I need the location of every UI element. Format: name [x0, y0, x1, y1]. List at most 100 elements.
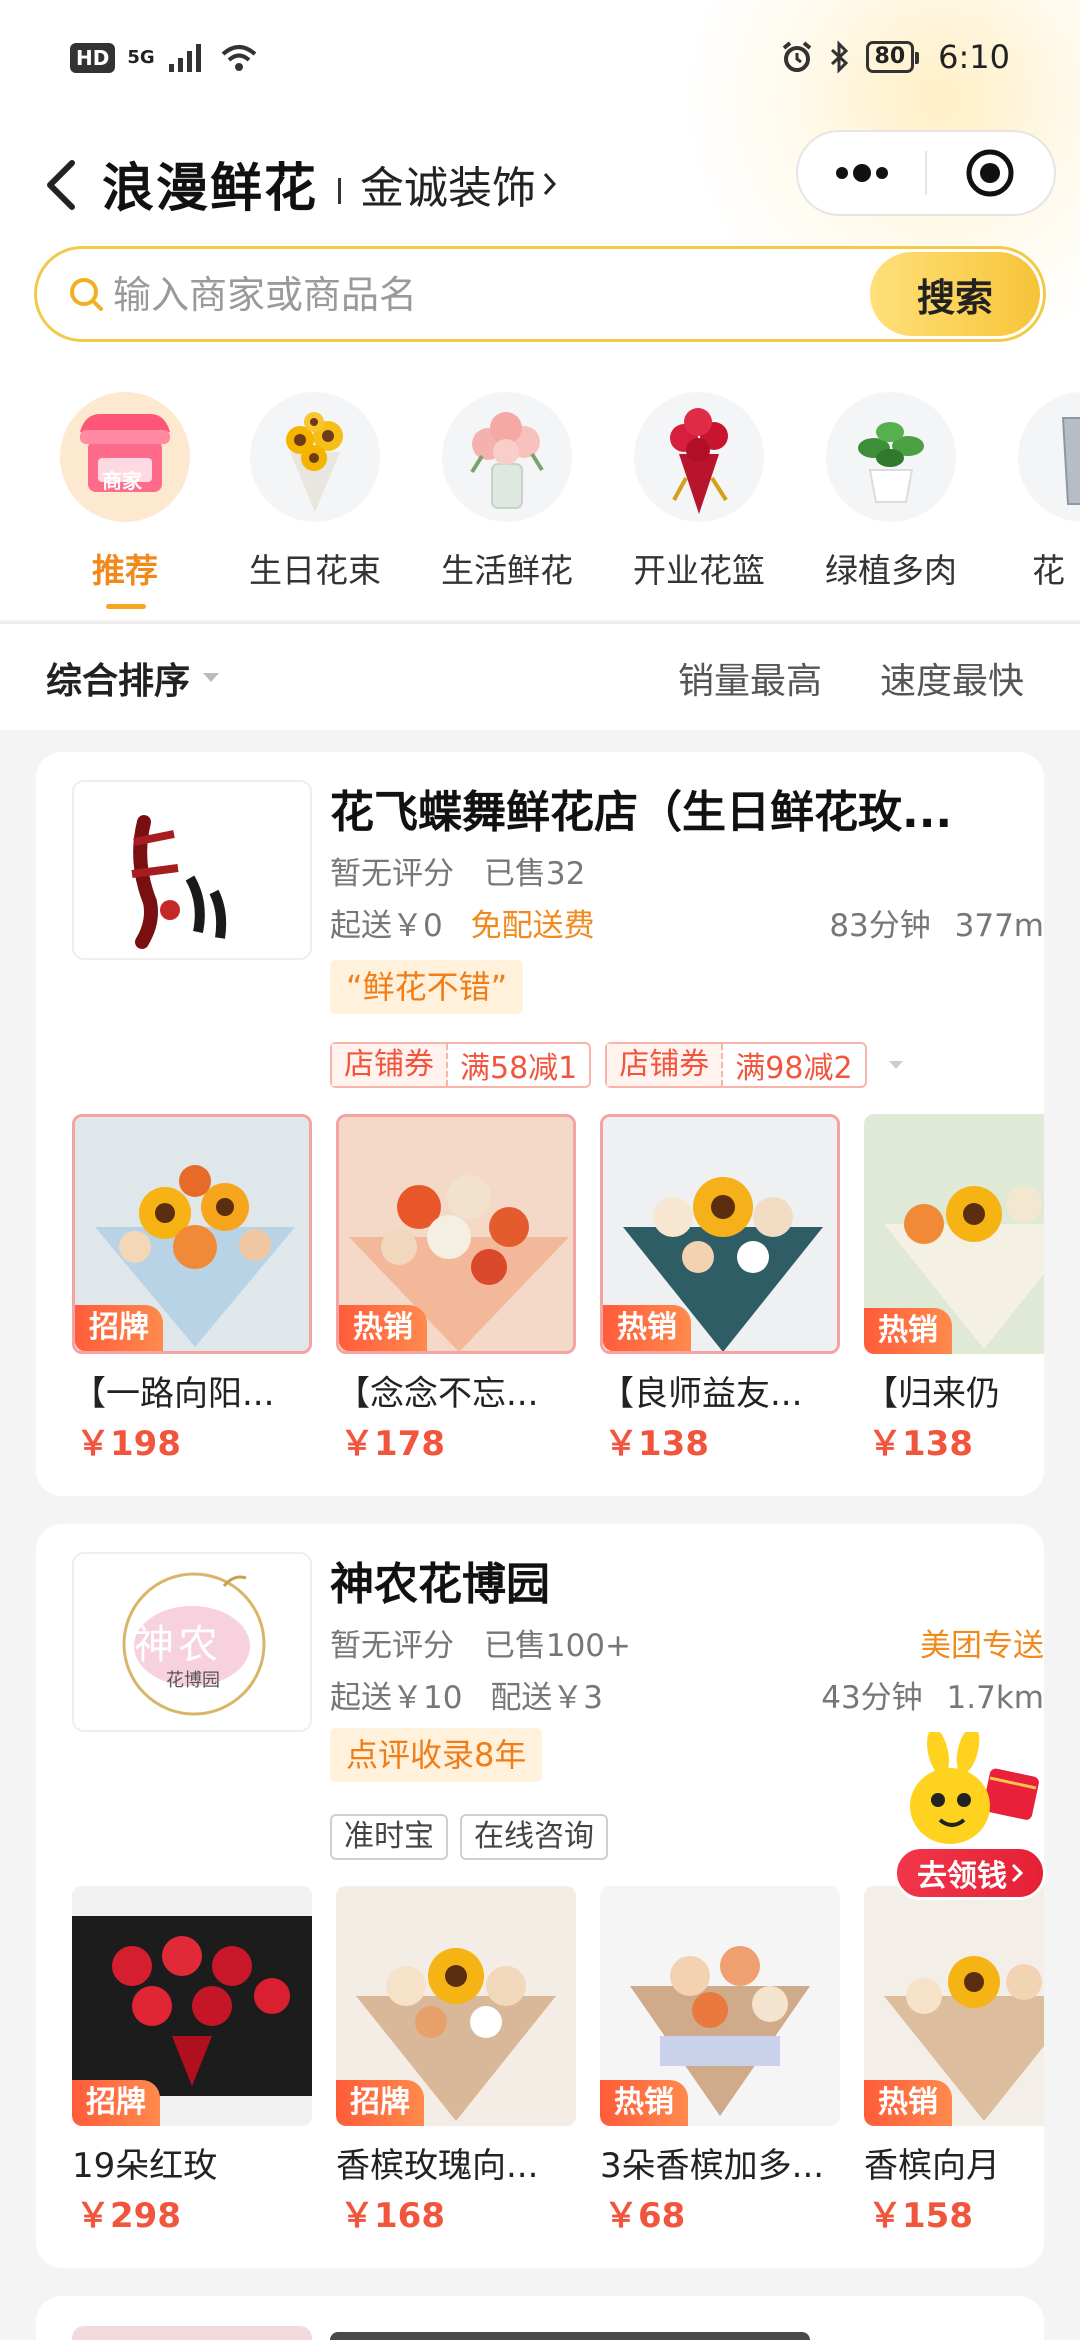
peony-vase-icon	[442, 392, 572, 522]
chevron-right-icon	[543, 172, 557, 196]
store-logo: 神农 花博园	[72, 1552, 312, 1732]
mascot-icon	[910, 1726, 1039, 1844]
store-logo	[72, 2326, 312, 2340]
product-image: 招牌	[72, 1886, 312, 2126]
glass-vase-icon	[1018, 392, 1080, 522]
store-badge-label: 商家	[102, 469, 142, 493]
product-name: 香槟向月	[864, 2146, 1000, 2186]
category-label: 生活鲜花	[441, 551, 573, 590]
delivery-type: 美团专送	[920, 1628, 1044, 1664]
product-item[interactable]: 热销 香槟向月 ￥158	[864, 1886, 1044, 2246]
product-image: 热销	[864, 1114, 1044, 1354]
search-bar: 搜索	[34, 246, 1046, 342]
store-sold: 已售100+	[483, 1628, 632, 1664]
store-sold: 已售32	[483, 856, 586, 892]
product-image: 热销	[600, 1886, 840, 2126]
distance: 1.7km	[946, 1680, 1044, 1716]
coupon-list: 店铺券 满58减1 店铺券 满98减2	[330, 1042, 911, 1088]
product-name: 香槟玫瑰向...	[336, 2146, 539, 2186]
chevron-left-icon	[47, 160, 75, 210]
store-card-partial[interactable]	[36, 2296, 1044, 2340]
alarm-icon	[782, 41, 811, 72]
potted-plant-icon	[826, 392, 956, 522]
sort-speed[interactable]: 速度最快	[880, 652, 1024, 704]
page-title: 浪漫鲜花	[102, 159, 319, 219]
caret-down-icon	[888, 1061, 903, 1069]
category-tab-more[interactable]: 花	[998, 392, 1080, 614]
product-price: ￥298	[76, 2196, 181, 2236]
product-item[interactable]: 热销 【归来仍 ￥138	[864, 1114, 1044, 1474]
sort-comprehensive[interactable]: 综合排序	[46, 652, 220, 704]
product-badge: 热销	[864, 2080, 952, 2126]
product-name: 【念念不忘...	[336, 1374, 539, 1414]
store-name[interactable]: 花飞蝶舞鲜花店（生日鲜花玫...	[330, 776, 1030, 840]
sort-comprehensive-label: 综合排序	[46, 661, 191, 702]
product-image: 热销	[600, 1114, 840, 1354]
delivery-time: 43分钟	[821, 1680, 923, 1716]
back-button[interactable]	[30, 150, 90, 220]
battery-icon: 80	[865, 41, 919, 73]
product-name: 【归来仍	[864, 1374, 1000, 1414]
promo-widget[interactable]: 去领钱	[890, 1726, 1050, 1902]
hd-indicator: HD	[70, 43, 116, 73]
delivery-fee: 配送￥3	[490, 1680, 604, 1716]
coupon[interactable]: 店铺券 满58减1	[330, 1042, 592, 1088]
search-icon	[70, 278, 103, 311]
active-underline	[106, 604, 146, 609]
product-item[interactable]: 招牌 【一路向阳... ￥198	[72, 1114, 312, 1474]
product-name: 3朵香槟加多...	[600, 2146, 825, 2186]
coupon-type: 店铺券	[332, 1044, 448, 1086]
more-dots-icon	[835, 164, 888, 182]
product-badge: 热销	[603, 1305, 691, 1351]
store-card[interactable]: 花飞蝶舞鲜花店（生日鲜花玫... 暂无评分 已售32 起送￥0 免配送费 83分…	[36, 752, 1044, 1496]
store-rating: 暂无评分	[330, 856, 454, 892]
category-tabs: 商家 推荐 生日花束 生活鲜花 开业花篮 绿植多肉 花	[0, 392, 1080, 614]
product-image: 热销	[864, 1886, 1044, 2126]
product-price: ￥158	[868, 2196, 973, 2236]
product-item[interactable]: 热销 3朵香槟加多... ￥68	[600, 1886, 840, 2246]
promo-label: 去领钱	[917, 1859, 1007, 1894]
category-label: 花	[1032, 551, 1065, 590]
product-item[interactable]: 热销 【念念不忘... ￥178	[336, 1114, 576, 1474]
status-bar: HD 5G 80 6:10	[0, 0, 1080, 120]
search-button[interactable]: 搜索	[870, 252, 1040, 336]
more-button[interactable]	[798, 132, 925, 214]
product-name: 【一路向阳...	[72, 1374, 275, 1414]
close-miniapp-button[interactable]	[927, 132, 1054, 214]
store-icon: 商家	[60, 392, 190, 522]
sort-bar: 综合排序 销量最高 速度最快	[0, 622, 1080, 730]
product-name: 19朵红玫	[72, 2146, 218, 2186]
target-icon	[966, 149, 1014, 197]
wifi-icon	[221, 45, 256, 71]
store-name[interactable]: 神农花博园	[330, 1548, 1030, 1612]
category-label: 绿植多肉	[825, 551, 957, 590]
service-tag: 准时宝	[330, 1814, 448, 1860]
category-tab-plants[interactable]: 绿植多肉	[806, 392, 976, 614]
coupon-value: 满98减2	[735, 1051, 853, 1086]
category-tab-recommend[interactable]: 商家 推荐	[40, 392, 210, 614]
review-quote: “鲜花不错”	[330, 960, 524, 1014]
store-name-cropped	[330, 2332, 810, 2340]
coupon[interactable]: 店铺券 满98减2	[605, 1042, 867, 1088]
location-selector[interactable]: 金诚装饰	[360, 152, 558, 216]
product-price: ￥68	[604, 2196, 686, 2236]
product-item[interactable]: 热销 【良师益友... ￥138	[600, 1114, 840, 1474]
min-order: 起送￥10	[330, 1680, 463, 1716]
product-badge: 招牌	[75, 1305, 163, 1351]
store-rating: 暂无评分	[330, 1628, 454, 1664]
sort-sales[interactable]: 销量最高	[678, 652, 822, 704]
product-price: ￥138	[868, 1424, 973, 1464]
get-money-button[interactable]: 去领钱	[894, 1846, 1046, 1900]
category-tab-opening-baskets[interactable]: 开业花篮	[614, 392, 784, 614]
product-badge: 热销	[864, 1308, 952, 1354]
product-item[interactable]: 招牌 19朵红玫 ￥298	[72, 1886, 312, 2246]
search-input[interactable]	[113, 269, 673, 321]
category-tab-birthday[interactable]: 生日花束	[230, 392, 400, 614]
product-name: 【良师益友...	[600, 1374, 803, 1414]
product-item[interactable]: 招牌 香槟玫瑰向... ￥168	[336, 1886, 576, 2246]
product-badge: 招牌	[72, 2080, 160, 2126]
expand-coupons-button[interactable]	[881, 1042, 911, 1088]
category-tab-life-flowers[interactable]: 生活鲜花	[422, 392, 592, 614]
service-tags: 准时宝 在线咨询	[330, 1814, 608, 1860]
product-list: 招牌 19朵红玫 ￥298 招牌 香槟玫瑰向... ￥168 热销 3朵香槟加多…	[72, 1886, 1044, 2246]
